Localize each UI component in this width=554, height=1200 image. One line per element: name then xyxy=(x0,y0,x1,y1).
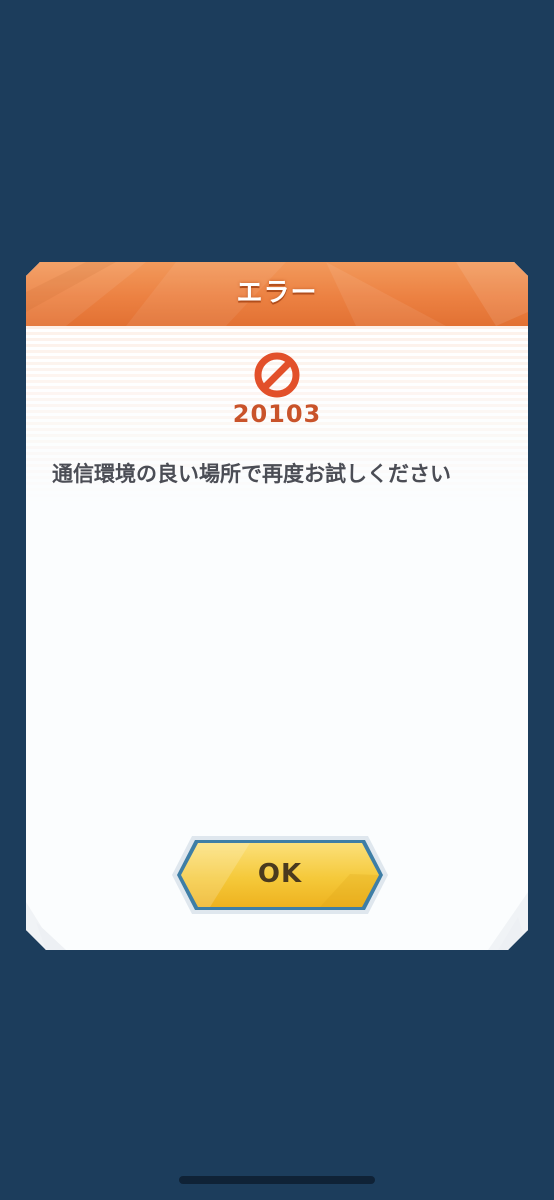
prohibited-icon xyxy=(254,352,300,398)
error-dialog: エラー 20103 通信環境の良い場所で再度お試しください OK xyxy=(26,262,528,950)
error-code: 20103 xyxy=(232,400,322,428)
corner-decoration-right xyxy=(488,892,528,950)
error-message: 通信環境の良い場所で再度お試しください xyxy=(52,462,451,486)
corner-decoration-left xyxy=(26,902,66,950)
ok-button-label: OK xyxy=(257,859,303,889)
ok-button[interactable]: OK xyxy=(170,834,390,916)
home-indicator[interactable] xyxy=(179,1176,375,1184)
dialog-header: エラー xyxy=(26,262,528,326)
dialog-title: エラー xyxy=(236,278,318,308)
